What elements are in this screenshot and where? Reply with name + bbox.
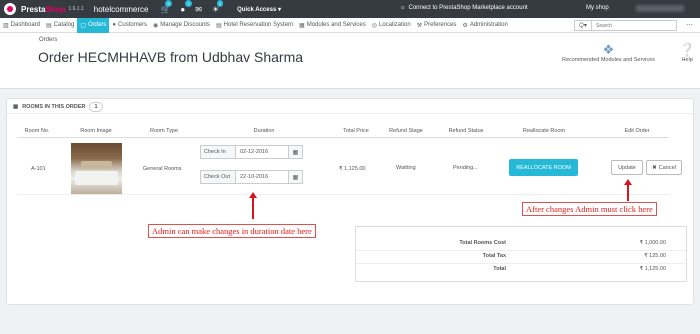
search-input[interactable] (592, 21, 676, 30)
column-room-image: Room Image (80, 128, 112, 134)
quick-access-menu[interactable]: Quick Access ▾ (237, 6, 281, 13)
cancel-button[interactable]: ✖ Cancel (646, 160, 682, 175)
more-icon[interactable]: ⋯ (686, 21, 693, 29)
total-rooms-cost-value: ₹ 1,000.00 (639, 240, 666, 246)
wrench-icon: ⚒ (416, 22, 423, 29)
search-bar: Q▾ (574, 20, 677, 31)
customers-icon: ● (112, 22, 117, 28)
total-tax-label: Total Tax (482, 253, 506, 259)
version: 1.6.1.1 (68, 6, 84, 12)
modules-icon: ▦ (299, 22, 305, 29)
arrow-up-icon (249, 192, 257, 219)
gear-icon: ⚙ (462, 22, 468, 29)
hotel-icon: ▤ (216, 22, 222, 29)
update-button[interactable]: Update (611, 160, 643, 175)
room-count-badge: 1 (89, 102, 103, 112)
menu-catalog[interactable]: ▤ Catalog (43, 18, 77, 33)
user-icon[interactable]: ● 3 (180, 0, 192, 14)
column-total-price: Total Price (343, 128, 369, 134)
check-out-field: Check Out 22-10-2016 ▦ (200, 170, 303, 184)
column-refund-stage: Refund Stage (389, 128, 423, 134)
check-in-field: Check In 02-12-2016 ▦ (200, 145, 303, 159)
column-room-type: Room Type (149, 128, 179, 134)
reallocate-room-button[interactable]: REALLOCATE ROOM (509, 159, 578, 176)
dashboard-icon: ▥ (3, 22, 9, 29)
arrow-up-icon (624, 179, 632, 201)
recommended-modules-button[interactable]: ❖ Recommended Modules and Services (562, 42, 655, 64)
orders-icon: ▢ (80, 22, 87, 29)
page-title: Order HECMHHAVB from Udbhav Sharma (38, 49, 304, 65)
column-reallocate-room: Reallocate Room (522, 128, 566, 134)
total-price: ₹ 1,125.00 (339, 166, 366, 172)
customers-badge: 3 (185, 0, 192, 7)
update-annotation: After changes Admin must click here (522, 202, 657, 216)
menu-hotel-reservation[interactable]: ▤ Hotel Reservation System (213, 18, 296, 33)
panel-heading: ▦ ROOMS IN THIS ORDER 1 (13, 102, 103, 112)
messages-badge: 2 (216, 0, 224, 7)
brand-name: PrestaShop (21, 4, 66, 14)
search-type-button[interactable]: Q▾ (575, 21, 592, 30)
total-tax-value: ₹ 125.00 (644, 253, 666, 259)
envelope-icon[interactable]: ✉ (195, 5, 202, 14)
marketplace-connect[interactable]: ☼ Connect to PrestaShop Marketplace acco… (400, 5, 528, 11)
column-edit-order: Edit Order (624, 128, 650, 134)
menu-modules[interactable]: ▦ Modules and Services (296, 18, 369, 33)
cart-icon[interactable]: 🛒 6 (160, 0, 172, 14)
column-room-no: Room No. (24, 128, 50, 134)
duration-annotation: Admin can make changes in duration date … (148, 224, 316, 238)
room-number: A-101 (31, 166, 46, 172)
close-icon: ✖ (652, 164, 657, 171)
room-image (71, 143, 122, 194)
shop-name[interactable]: hotelcommerce (94, 5, 149, 14)
user-menu[interactable] (636, 5, 684, 12)
total-value: ₹ 1,125.00 (639, 266, 666, 272)
column-refund-status: Refund Status (448, 128, 484, 134)
menu-dashboard[interactable]: ▥ Dashboard (0, 18, 43, 33)
logo[interactable]: PrestaShop 1.6.1.1 (4, 3, 84, 15)
menu-preferences[interactable]: ⚒ Preferences (414, 18, 460, 33)
total-rooms-cost-label: Total Rooms Cost (459, 240, 506, 246)
check-out-input[interactable]: 22-10-2016 (236, 174, 288, 180)
menu-customers[interactable]: ● Customers (109, 18, 150, 33)
menu-administration[interactable]: ⚙ Administration (459, 18, 510, 33)
prestashop-logo-icon (4, 3, 16, 15)
breadcrumb[interactable]: Orders (39, 37, 57, 43)
help-button[interactable]: ❔ Help (679, 42, 696, 64)
menu-localization[interactable]: ◎ Localization (369, 18, 414, 33)
help-icon: ❔ (679, 42, 696, 57)
refund-status: Pending... (453, 165, 478, 171)
totals-box: Total Rooms Cost ₹ 1,000.00 Total Tax ₹ … (355, 226, 687, 282)
marketplace-icon: ☼ (400, 5, 406, 11)
calendar-icon[interactable]: ▦ (288, 171, 302, 183)
room-type: General Rooms (143, 166, 182, 172)
check-in-label: Check In (201, 146, 236, 158)
column-duration: Duration (253, 128, 275, 134)
bed-icon: ▦ (13, 104, 19, 110)
messages-icon[interactable]: ☀ 2 (212, 0, 224, 14)
refund-stage: Waitting (396, 165, 416, 171)
menu-discounts[interactable]: ◉ Manage Discounts (150, 18, 213, 33)
calendar-icon[interactable]: ▦ (288, 146, 302, 158)
check-out-label: Check Out (201, 171, 236, 183)
globe-icon: ◎ (371, 22, 377, 29)
discounts-icon: ◉ (153, 22, 159, 29)
catalog-icon: ▤ (46, 22, 52, 29)
check-in-input[interactable]: 02-12-2016 (236, 149, 288, 155)
total-label: Total (493, 266, 506, 272)
menu-orders[interactable]: ▢ Orders (77, 17, 110, 33)
orders-badge: 6 (165, 0, 172, 7)
page-header: Orders Order HECMHHAVB from Udbhav Sharm… (0, 33, 700, 89)
my-shop-link[interactable]: My shop (586, 5, 609, 11)
puzzle-icon: ❖ (602, 42, 615, 57)
